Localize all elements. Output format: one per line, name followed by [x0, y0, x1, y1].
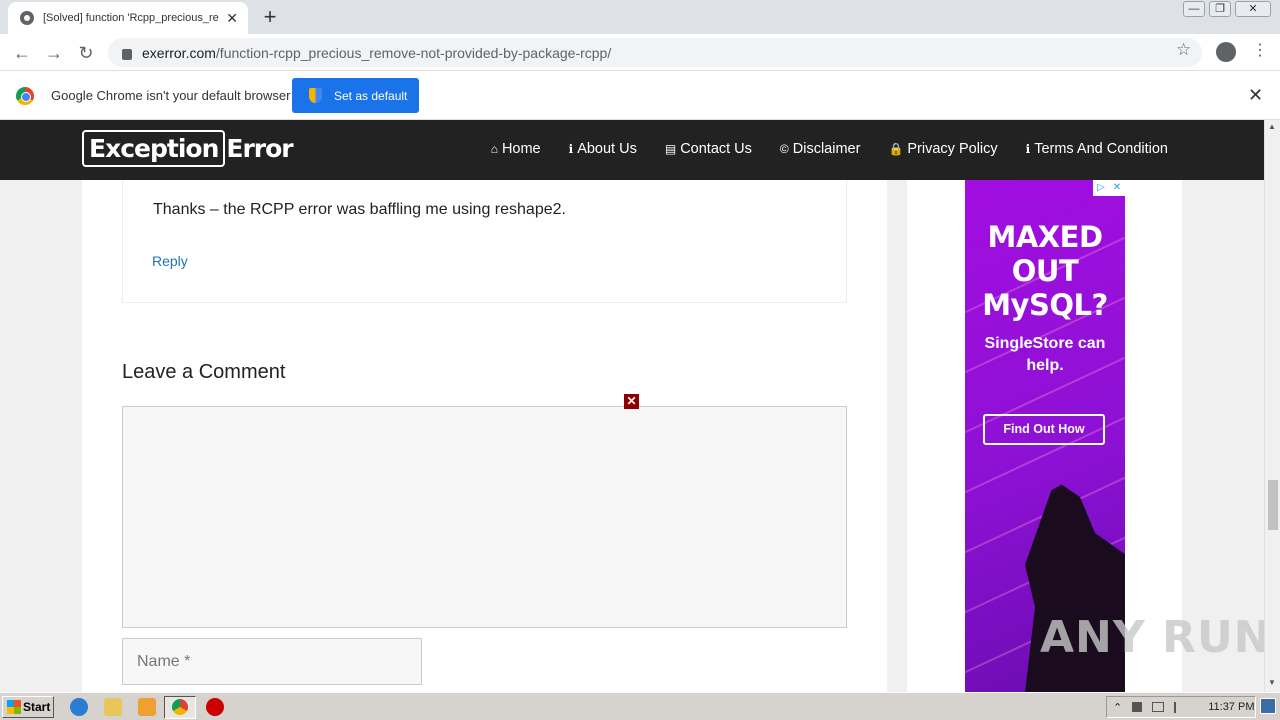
minimize-button[interactable]: —	[1183, 1, 1205, 17]
reply-link[interactable]: Reply	[152, 253, 188, 269]
set-as-default-label: Set as default	[334, 88, 408, 103]
back-icon[interactable]: ←	[10, 41, 34, 65]
system-tray: ⌃ 11:37 PM	[1106, 696, 1256, 718]
url-domain: exerror.com	[142, 44, 216, 61]
forward-icon[interactable]: →	[42, 41, 66, 65]
adchoices-badge[interactable]: ▷ ✕	[1093, 180, 1125, 196]
tab-strip: [Solved] function 'Rcpp_precious_re ✕ + …	[0, 0, 1280, 34]
bookmark-star-icon[interactable]: ☆	[1176, 40, 1191, 60]
main-content: Thanks – the RCPP error was baffling me …	[82, 180, 887, 692]
page-scrollbar[interactable]: ▲ ▼	[1264, 120, 1280, 692]
action-center-flag-icon[interactable]	[1174, 701, 1184, 713]
adchoices-icon: ▷	[1097, 182, 1105, 193]
anyrun-watermark: ANY RUN	[1040, 612, 1272, 663]
chrome-icon	[172, 699, 188, 715]
browser-toolbar: ← → ↻ exerror.com/function-rcpp_precious…	[0, 34, 1280, 71]
shield-icon	[309, 88, 322, 103]
nav-about-us[interactable]: ℹ About Us	[569, 141, 637, 157]
scroll-thumb[interactable]	[1268, 480, 1278, 530]
infobar-close-icon[interactable]: ✕	[1248, 85, 1263, 106]
nav-label: Disclaimer	[792, 141, 861, 157]
nav-label: Contact Us	[680, 141, 752, 157]
favicon-icon	[20, 11, 34, 25]
nav-label: Terms And Condition	[1034, 141, 1168, 157]
browser-tab[interactable]: [Solved] function 'Rcpp_precious_re ✕	[8, 2, 248, 34]
ad-headline: MAXED OUT MySQL?	[982, 220, 1108, 322]
logo-text: Error	[226, 134, 293, 163]
site-header: Exception Error ⌂ Home ℹ About Us ▤ Cont…	[0, 120, 1264, 180]
profile-avatar-icon[interactable]	[1216, 42, 1236, 62]
nav-contact-us[interactable]: ▤ Contact Us	[665, 141, 752, 157]
nav-home[interactable]: ⌂ Home	[491, 141, 541, 157]
ad-dismiss-icon[interactable]: ✕	[1109, 180, 1125, 196]
media-player-icon[interactable]	[138, 698, 156, 716]
name-input[interactable]: Name *	[122, 638, 422, 685]
address-bar[interactable]: exerror.com/function-rcpp_precious_remov…	[108, 38, 1202, 67]
explorer-folder-icon[interactable]	[104, 698, 122, 716]
volume-icon[interactable]	[1132, 702, 1143, 712]
scroll-down-icon[interactable]: ▼	[1268, 678, 1276, 687]
new-tab-button[interactable]: +	[258, 4, 282, 30]
url-path: /function-rcpp_precious_remove-not-provi…	[215, 44, 612, 61]
main-nav: ⌂ Home ℹ About Us ▤ Contact Us © Disclai…	[491, 141, 1168, 157]
show-desktop-button[interactable]	[1260, 698, 1276, 714]
maximize-button[interactable]: ❐	[1209, 1, 1231, 17]
comment-card: Thanks – the RCPP error was baffling me …	[122, 180, 847, 303]
window-close-button[interactable]: ✕	[1235, 1, 1271, 17]
ie-icon[interactable]	[70, 698, 88, 716]
logo-boxed-text: Exception	[82, 130, 226, 167]
stop-app-icon[interactable]	[206, 698, 224, 716]
reload-icon[interactable]: ↻	[74, 41, 98, 65]
lock-icon	[122, 49, 132, 60]
windows-logo-icon	[7, 700, 21, 714]
comment-body: Thanks – the RCPP error was baffling me …	[153, 201, 566, 218]
leave-comment-heading: Leave a Comment	[122, 361, 286, 383]
taskbar-chrome-button[interactable]	[164, 696, 196, 719]
nav-privacy-policy[interactable]: 🔒 Privacy Policy	[888, 141, 997, 157]
infobar-message: Google Chrome isn't your default browser	[51, 88, 291, 103]
network-icon[interactable]	[1152, 702, 1165, 712]
nav-label: Home	[501, 141, 541, 157]
home-icon: ⌂	[490, 142, 498, 156]
ad-close-icon[interactable]: ✕	[624, 394, 639, 409]
start-button[interactable]: Start	[2, 696, 54, 718]
windows-taskbar: Start ⌃ 11:37 PM	[0, 692, 1280, 720]
nav-label: About Us	[577, 141, 637, 157]
address-card-icon: ▤	[664, 142, 677, 156]
info-icon: ℹ	[568, 142, 574, 156]
lock-icon: 🔒	[888, 142, 904, 156]
default-browser-infobar: Google Chrome isn't your default browser…	[0, 71, 1280, 120]
info-circle-icon: ℹ	[1025, 142, 1031, 156]
comment-textarea[interactable]	[122, 406, 847, 628]
copyright-icon: ©	[779, 142, 789, 156]
ad-cta-button[interactable]: Find Out How	[983, 414, 1105, 445]
scroll-up-icon[interactable]: ▲	[1268, 122, 1276, 131]
site-logo[interactable]: Exception Error	[82, 130, 294, 167]
page-viewport: Exception Error ⌂ Home ℹ About Us ▤ Cont…	[0, 120, 1264, 692]
tray-expand-icon[interactable]: ⌃	[1113, 701, 1122, 714]
ad-subtext: SingleStore can help.	[984, 335, 1106, 374]
chrome-menu-icon[interactable]: ⋮	[1252, 40, 1268, 60]
start-label: Start	[23, 700, 51, 714]
tab-title: [Solved] function 'Rcpp_precious_re	[43, 12, 219, 24]
nav-label: Privacy Policy	[907, 141, 998, 157]
tab-close-icon[interactable]: ✕	[226, 10, 238, 27]
nav-disclaimer[interactable]: © Disclaimer	[780, 141, 861, 157]
nav-terms[interactable]: ℹ Terms And Condition	[1026, 141, 1168, 157]
set-as-default-button[interactable]: Set as default	[292, 78, 419, 113]
clock[interactable]: 11:37 PM	[1208, 701, 1254, 713]
chrome-logo-icon	[16, 87, 34, 105]
